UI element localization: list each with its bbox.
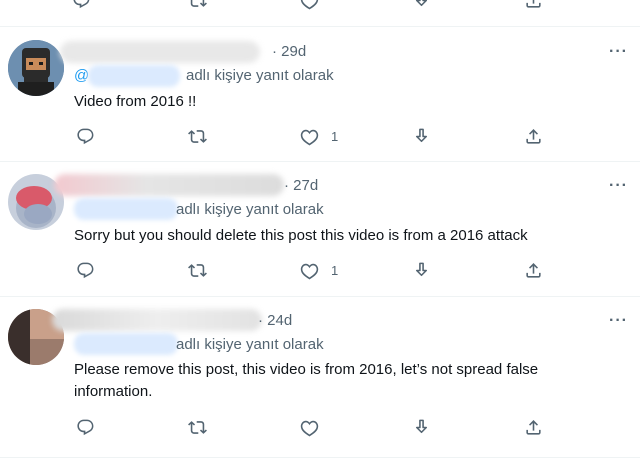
tweet-text: Please remove this post, this video is f… bbox=[74, 361, 539, 400]
share-up-icon bbox=[524, 0, 543, 10]
reply-button[interactable] bbox=[76, 418, 95, 437]
share-down-icon bbox=[412, 0, 431, 10]
share-button[interactable] bbox=[524, 418, 543, 437]
action-row: 1 bbox=[60, 258, 560, 282]
retweet-button[interactable] bbox=[188, 0, 207, 10]
mention-redacted bbox=[74, 198, 178, 220]
share-down-icon bbox=[412, 418, 431, 437]
like-icon bbox=[300, 0, 319, 10]
tweet-time[interactable]: · 29d bbox=[272, 43, 306, 60]
reply-feed: · 29d ··· @ adlı kişiye yanıt olarak Vid… bbox=[0, 0, 640, 471]
action-row bbox=[60, 415, 560, 439]
tweet-time[interactable]: · 24d bbox=[258, 312, 292, 329]
share-button[interactable] bbox=[524, 261, 543, 280]
action-row-previous bbox=[60, 0, 560, 12]
reply-suffix: adlı kişiye yanıt olarak bbox=[176, 201, 324, 218]
reply-icon bbox=[76, 127, 95, 146]
tweet-3[interactable]: · 24d ··· adlı kişiye yanıt olarak Pleas… bbox=[0, 297, 640, 457]
reply-suffix: adlı kişiye yanıt olarak bbox=[186, 67, 334, 84]
username-redacted bbox=[54, 174, 284, 196]
tweet-2[interactable]: · 27d ··· adlı kişiye yanıt olarak Sorry… bbox=[0, 162, 640, 296]
download-button[interactable] bbox=[412, 127, 431, 146]
retweet-icon bbox=[188, 127, 207, 146]
like-button[interactable]: 1 bbox=[300, 261, 338, 280]
tweet-text: Video from 2016 !! bbox=[74, 93, 197, 110]
retweet-icon bbox=[188, 0, 207, 10]
share-button[interactable] bbox=[524, 0, 543, 10]
reply-context: @ bbox=[74, 67, 89, 84]
tweet-time[interactable]: · 27d bbox=[284, 177, 318, 194]
retweet-button[interactable] bbox=[188, 418, 207, 437]
tweet-1[interactable]: · 29d ··· @ adlı kişiye yanıt olarak Vid… bbox=[0, 27, 640, 161]
like-icon bbox=[300, 261, 319, 280]
action-row: 1 bbox=[60, 124, 560, 148]
reply-icon bbox=[76, 418, 95, 437]
like-count: 1 bbox=[331, 128, 339, 144]
retweet-icon bbox=[188, 261, 207, 280]
retweet-button[interactable] bbox=[188, 127, 207, 146]
tweet-text: Sorry but you should delete this post th… bbox=[74, 227, 528, 244]
mention-redacted bbox=[88, 65, 180, 87]
like-icon bbox=[300, 127, 319, 146]
share-up-icon bbox=[524, 127, 543, 146]
like-icon bbox=[300, 418, 319, 437]
share-down-icon bbox=[412, 127, 431, 146]
reply-button[interactable] bbox=[72, 0, 91, 10]
download-button[interactable] bbox=[412, 261, 431, 280]
more-icon[interactable]: ··· bbox=[609, 177, 628, 195]
reply-suffix: adlı kişiye yanıt olarak bbox=[176, 336, 324, 353]
share-down-icon bbox=[412, 261, 431, 280]
download-button[interactable] bbox=[412, 418, 431, 437]
reply-button[interactable] bbox=[76, 261, 95, 280]
share-button[interactable] bbox=[524, 127, 543, 146]
retweet-icon bbox=[188, 418, 207, 437]
like-count: 1 bbox=[331, 262, 339, 278]
more-icon[interactable]: ··· bbox=[609, 43, 628, 61]
mention-redacted bbox=[74, 333, 178, 355]
share-up-icon bbox=[524, 261, 543, 280]
username-redacted bbox=[60, 41, 260, 63]
like-button[interactable] bbox=[300, 418, 331, 437]
more-icon[interactable]: ··· bbox=[609, 312, 628, 330]
username-redacted bbox=[52, 309, 262, 331]
like-button[interactable] bbox=[300, 0, 319, 10]
share-up-icon bbox=[524, 418, 543, 437]
retweet-button[interactable] bbox=[188, 261, 207, 280]
avatar[interactable] bbox=[8, 40, 64, 96]
reply-button[interactable] bbox=[76, 127, 95, 146]
divider bbox=[0, 457, 640, 458]
download-button[interactable] bbox=[412, 0, 431, 10]
mention-link[interactable]: @ bbox=[74, 67, 89, 84]
reply-icon bbox=[76, 261, 95, 280]
reply-icon bbox=[72, 0, 91, 10]
like-button[interactable]: 1 bbox=[300, 127, 338, 146]
